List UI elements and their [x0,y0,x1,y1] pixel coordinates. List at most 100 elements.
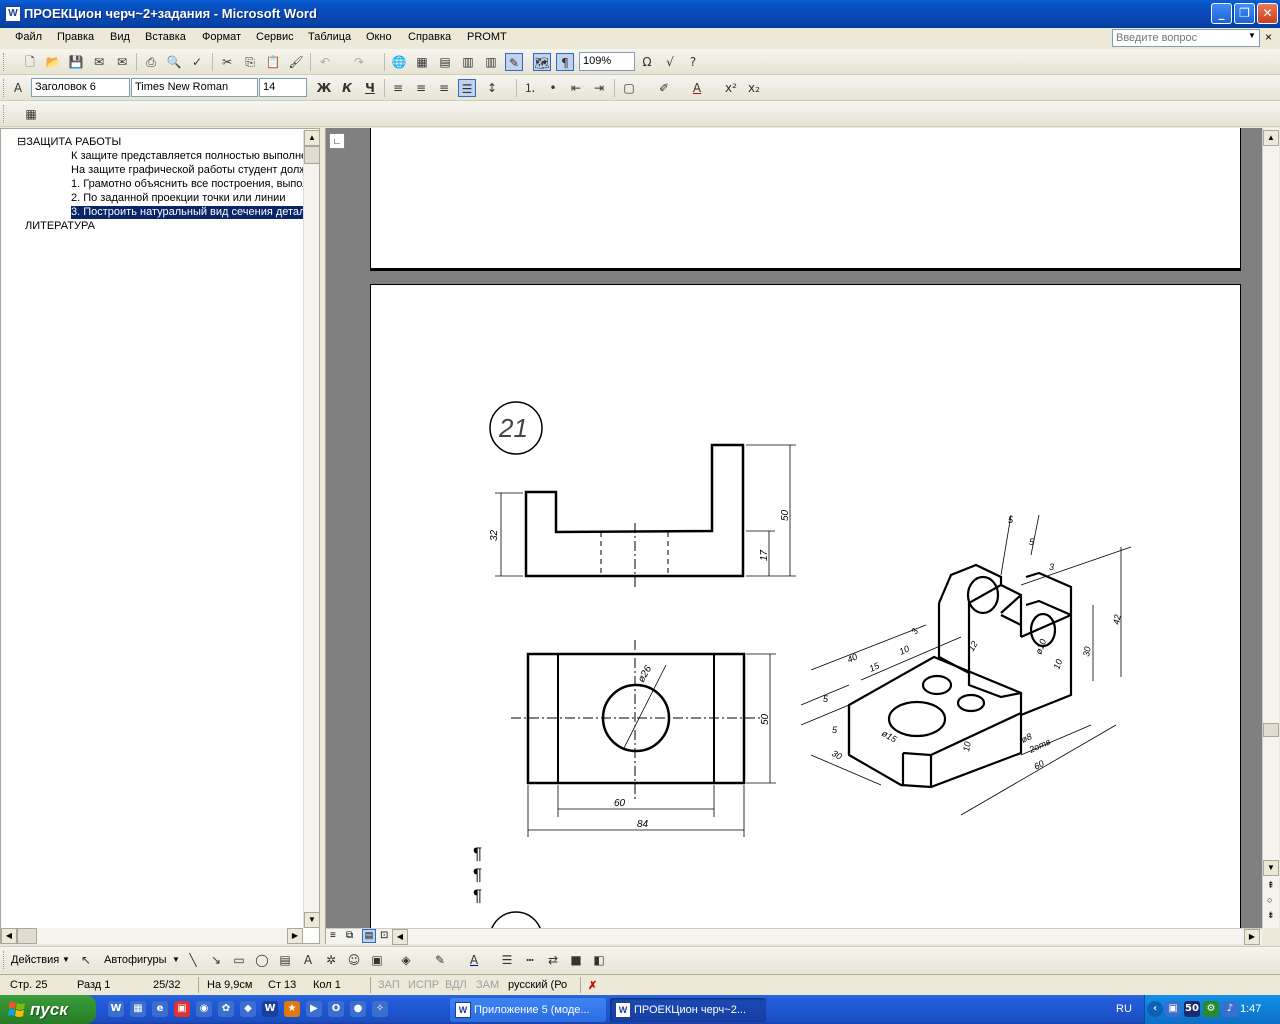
scroll-down-icon[interactable]: ▼ [1263,860,1279,876]
docmap-item-selected[interactable]: 3. Построить натуральный вид сечения дет… [71,206,304,219]
equation-icon[interactable]: √ [661,53,679,71]
status-trk[interactable]: ИСПР [408,979,439,991]
fill-color-icon[interactable]: ◈ [397,951,415,969]
print-icon[interactable]: ⎙ [142,53,160,71]
quicklaunch-app-icon[interactable]: ✿ [218,1001,234,1017]
underline-button[interactable]: Ч [361,79,379,97]
normal-view-icon[interactable]: ≡ [330,930,336,941]
arrow-icon[interactable]: ↘ [207,951,225,969]
status-ovr[interactable]: ЗАМ [476,979,499,991]
scroll-thumb[interactable] [1263,723,1279,737]
select-objects-icon[interactable]: ↖ [77,951,95,969]
tables-borders-icon[interactable]: ▦ [413,53,431,71]
docmap-item[interactable]: К защите представляется полностью выполн… [71,150,304,163]
minimize-button[interactable]: _ [1211,3,1232,24]
quicklaunch-desktop-icon[interactable]: ▦ [130,1001,146,1017]
toolbar-grip[interactable] [3,79,6,97]
quicklaunch-ie-icon[interactable]: e [152,1001,168,1017]
autoshapes-menu[interactable]: Автофигуры [104,954,167,966]
docmap-vertical-scrollbar[interactable]: ▲ ▼ [303,130,320,928]
quicklaunch-app-icon[interactable]: ◉ [196,1001,212,1017]
toolbar-grip[interactable] [3,53,6,71]
tray-network-icon[interactable]: ▣ [1165,1001,1181,1017]
text-box-icon[interactable]: ▤ [276,951,294,969]
line-style-icon[interactable]: ☰ [498,951,516,969]
quicklaunch-opera-icon[interactable]: O [328,1001,344,1017]
decrease-indent-icon[interactable]: ⇤ [567,79,585,97]
menu-table[interactable]: Таблица [308,31,351,43]
borders-icon[interactable]: ▢ [620,79,638,97]
styles-formatting-icon[interactable]: A [9,79,27,97]
quicklaunch-app-icon[interactable]: ▣ [174,1001,190,1017]
tray-back-icon[interactable]: ‹ [1147,1001,1163,1017]
language-indicator[interactable]: RU [1116,1003,1132,1015]
bold-button[interactable]: Ж [315,79,333,97]
clipart-icon[interactable]: ☺ [345,951,363,969]
scroll-right-icon[interactable]: ▶ [1244,929,1260,945]
menu-insert[interactable]: Вставка [145,31,186,43]
document-map-icon[interactable]: 🗺 [533,53,551,71]
taskbar-task-active[interactable]: W ПРОЕКЦион черч~2... [610,998,766,1022]
scroll-up-icon[interactable]: ▲ [304,130,320,146]
toolbar-grip[interactable] [3,951,6,969]
paste-icon[interactable]: 📋 [264,53,282,71]
scroll-right-icon[interactable]: ▶ [287,928,303,944]
open-folder-icon[interactable]: 📂 [44,53,62,71]
help-icon[interactable]: ? [684,53,702,71]
menu-view[interactable]: Вид [110,31,130,43]
align-center-icon[interactable]: ≡ [412,79,430,97]
tray-app-icon[interactable]: ⚙ [1203,1001,1219,1017]
spelling-icon[interactable]: ✓ [188,53,206,71]
spelling-status-icon[interactable]: ✗ [588,979,597,992]
quicklaunch-word-icon[interactable]: W [108,1001,124,1017]
quicklaunch-app-icon[interactable]: ✧ [372,1001,388,1017]
menu-promt[interactable]: PROMT [467,31,507,43]
italic-button[interactable]: К [338,79,356,97]
tray-volume-icon[interactable]: ♪ [1222,1001,1238,1017]
print-layout-icon[interactable]: ▤ [362,929,376,943]
mail-recipient-icon[interactable]: ✉ [113,53,131,71]
document-vertical-scrollbar[interactable]: ▲ ▼ ⇞ ○ ⇟ [1262,128,1279,928]
undo-icon[interactable]: ↶ [316,53,334,71]
menu-file[interactable]: Файл [15,31,42,43]
copy-icon[interactable]: ⎘ [241,53,259,71]
diagram-icon[interactable]: ✲ [322,951,340,969]
3d-style-icon[interactable]: ◧ [590,951,608,969]
subscript-icon[interactable]: x₂ [745,79,763,97]
permission-icon[interactable]: ✉ [90,53,108,71]
bullets-icon[interactable]: • [544,79,562,97]
increase-indent-icon[interactable]: ⇥ [590,79,608,97]
numbering-icon[interactable]: ⒈ [521,79,539,97]
font-select[interactable]: Times New Roman [131,78,258,97]
quicklaunch-media-icon[interactable]: ● [350,1001,366,1017]
next-page-icon[interactable]: ⇟ [1267,910,1275,921]
insert-excel-icon[interactable]: ▥ [459,53,477,71]
previous-page-icon[interactable]: ⇞ [1267,880,1275,891]
oval-icon[interactable]: ◯ [253,951,271,969]
outline-view-icon[interactable]: ⊡ [380,930,388,941]
line-icon[interactable]: ╲ [184,951,202,969]
chevron-down-icon[interactable]: ▼ [1248,31,1256,40]
docmap-item-literature[interactable]: ЛИТЕРАТУРА [25,220,95,233]
drawing-toggle-icon[interactable]: ✎ [505,53,523,71]
clock[interactable]: 1:47 [1240,1003,1261,1015]
word-app-icon[interactable]: W [5,6,21,22]
taskbar-task[interactable]: W Приложение 5 (моде... [450,998,606,1022]
menu-format[interactable]: Формат [202,31,241,43]
table-wizard-icon[interactable]: ▦ [22,105,40,123]
document-close-icon[interactable]: × [1265,30,1272,44]
document-horizontal-scrollbar[interactable]: ≡ ⧉ ▤ ⊡ ◀ ▶ [326,928,1262,945]
ask-question-input[interactable] [1112,29,1260,47]
insert-picture-icon[interactable]: ▣ [368,951,386,969]
new-document-icon[interactable]: 🗋 [21,53,39,71]
docmap-item[interactable]: На защите графической работы студент дол… [71,164,304,177]
tray-number-icon[interactable]: 50 [1184,1001,1200,1017]
font-color-icon[interactable]: A [465,951,483,969]
redo-icon[interactable]: ↷ [350,53,368,71]
status-rec[interactable]: ЗАП [378,979,400,991]
menu-tools[interactable]: Сервис [256,31,294,43]
symbol-omega-icon[interactable]: Ω [638,53,656,71]
font-color-icon[interactable]: A [688,79,706,97]
scroll-up-icon[interactable]: ▲ [1263,130,1279,146]
maximize-button[interactable]: ❐ [1234,3,1255,24]
